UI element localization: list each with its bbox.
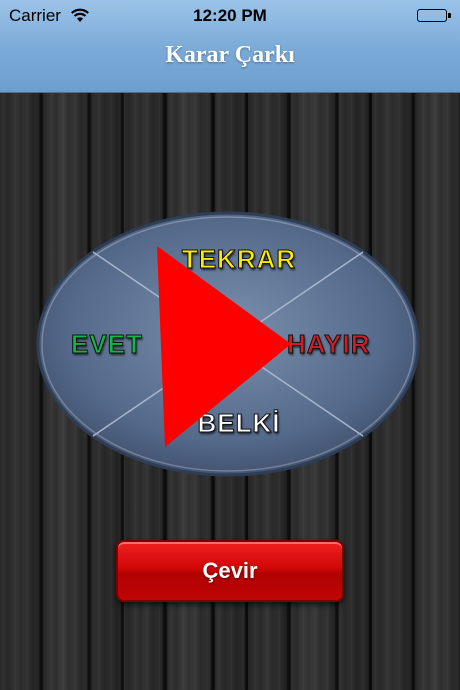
segment-label-bottom: BELKİ [197, 408, 281, 439]
decision-wheel[interactable]: TEKRAR EVET HAYIR BELKİ [35, 210, 421, 478]
battery-full-icon [417, 9, 451, 22]
spin-button[interactable]: Çevir [116, 540, 344, 602]
segment-label-top: TEKRAR [181, 244, 297, 275]
navigation-bar: Carrier 12:20 PM Karar Çarkı [0, 0, 460, 93]
status-bar: Carrier 12:20 PM [0, 0, 460, 34]
page-title: Karar Çarkı [165, 42, 295, 68]
status-time: 12:20 PM [193, 6, 267, 25]
segment-label-right: HAYIR [287, 329, 371, 360]
segment-label-left: EVET [71, 329, 143, 360]
